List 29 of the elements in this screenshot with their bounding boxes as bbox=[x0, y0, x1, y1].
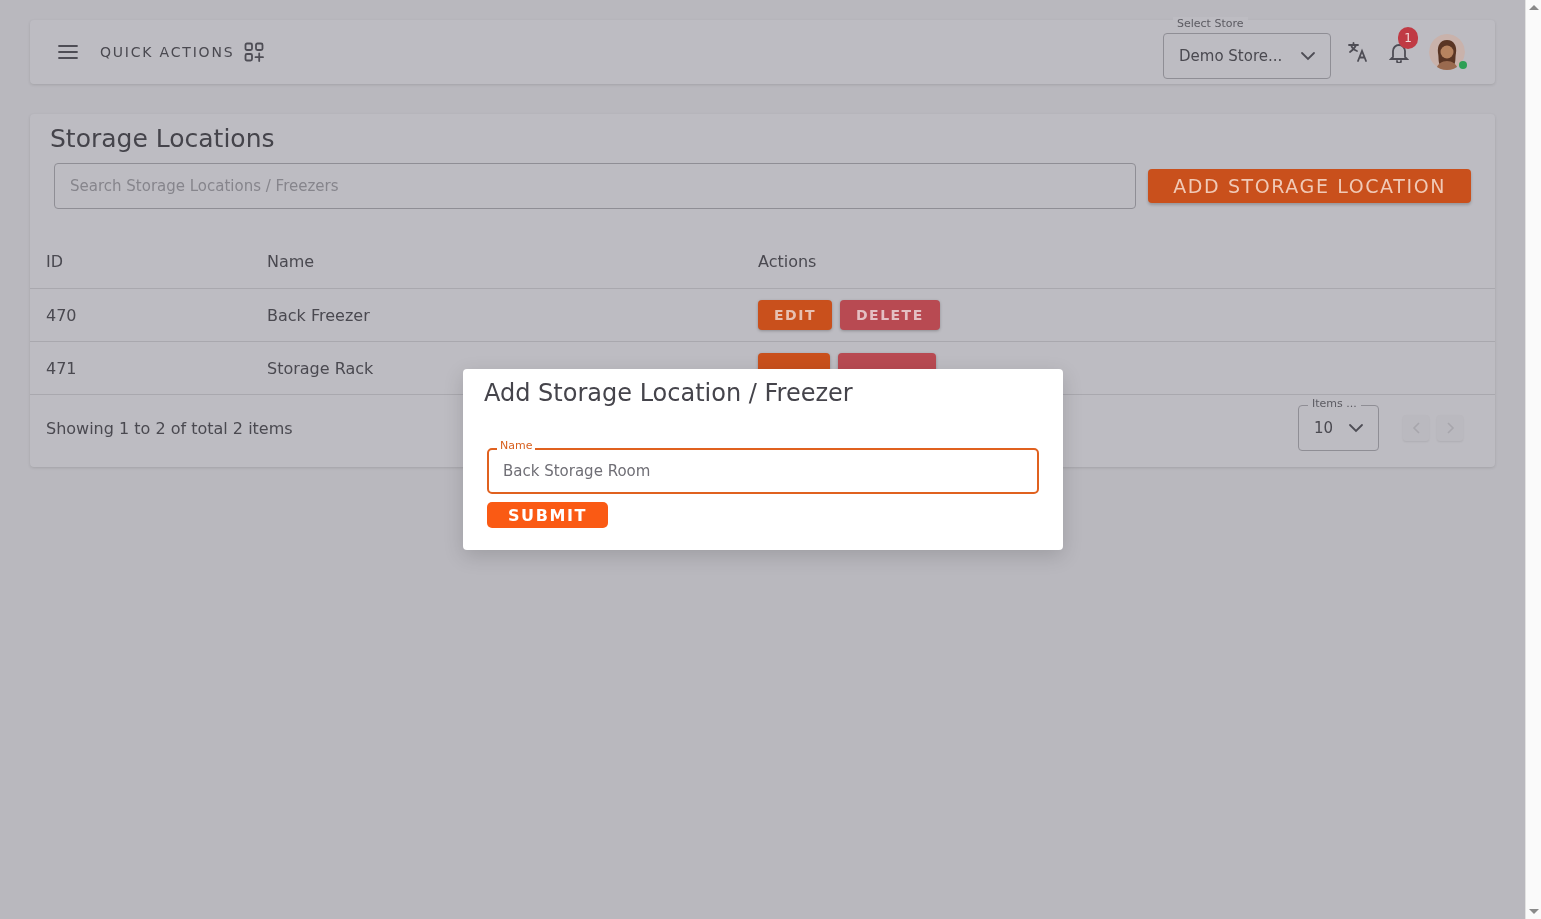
notification-badge: 1 bbox=[1398, 27, 1418, 49]
menu-icon[interactable] bbox=[58, 44, 78, 60]
column-header: ID bbox=[46, 252, 65, 271]
dialog-title: Add Storage Location / Freezer bbox=[484, 379, 854, 407]
chevron-down-icon[interactable] bbox=[1348, 423, 1364, 433]
delete-button[interactable]: DELETE bbox=[839, 300, 940, 330]
edit-button[interactable]: EDIT bbox=[758, 300, 832, 330]
table-cell-text: Back Freezer bbox=[267, 305, 371, 325]
translate-icon[interactable] bbox=[1347, 41, 1369, 63]
submit-button[interactable]: SUBMIT bbox=[487, 502, 609, 528]
table-cell-text: 470 bbox=[46, 305, 78, 325]
table-cell-text: Storage Rack bbox=[267, 358, 375, 378]
quick-actions-link[interactable]: QUICK ACTIONS bbox=[100, 44, 235, 60]
select-label: Select Store bbox=[1173, 17, 1248, 30]
bell-icon[interactable] bbox=[1389, 41, 1409, 63]
chevron-down-icon[interactable] bbox=[1300, 51, 1316, 61]
name-field[interactable]: Back Storage Room bbox=[487, 448, 1039, 494]
user-avatar[interactable] bbox=[1429, 34, 1465, 70]
column-header: Actions bbox=[758, 252, 818, 271]
pagination-summary: Showing 1 to 2 of total 2 items bbox=[46, 418, 293, 438]
table-cell-text: 471 bbox=[46, 358, 78, 378]
add-storage-location-button[interactable]: ADD STORAGE LOCATION bbox=[1148, 169, 1471, 203]
select-label: Items ... bbox=[1308, 397, 1361, 410]
field-label: Name bbox=[497, 439, 536, 452]
store-select[interactable]: Demo Store... bbox=[1163, 33, 1331, 79]
column-header: Name bbox=[267, 252, 316, 271]
grid-plus-icon[interactable] bbox=[244, 42, 265, 62]
page-title: Storage Locations bbox=[50, 124, 276, 153]
scrollbar[interactable] bbox=[1525, 0, 1541, 919]
